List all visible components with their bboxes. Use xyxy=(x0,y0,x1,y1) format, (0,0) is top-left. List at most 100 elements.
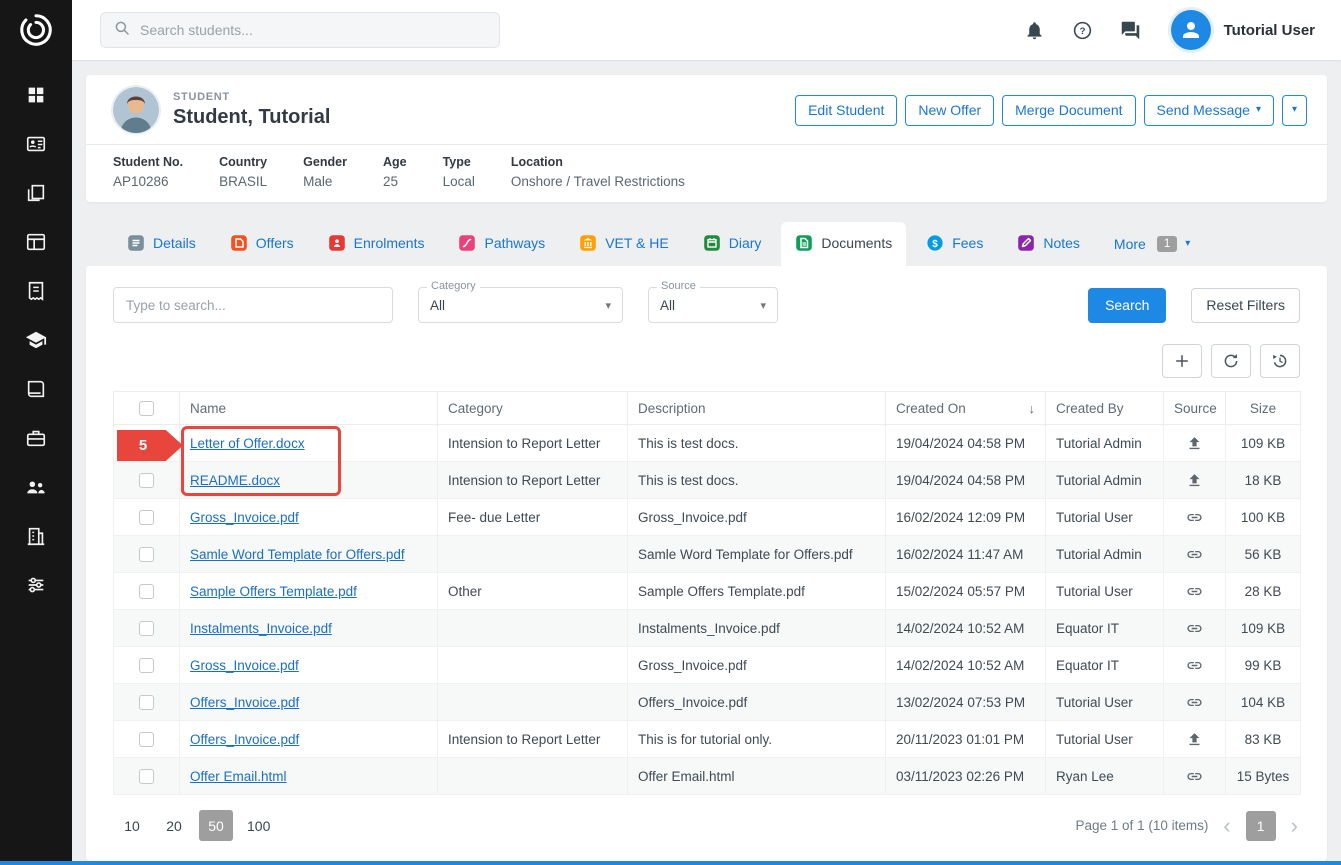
document-link[interactable]: Offers_Invoice.pdf xyxy=(190,695,299,710)
document-link[interactable]: Gross_Invoice.pdf xyxy=(190,658,299,673)
more-actions-button[interactable]: ▾ xyxy=(1282,95,1307,126)
page-size-100[interactable]: 100 xyxy=(241,810,276,841)
document-link[interactable]: Samle Word Template for Offers.pdf xyxy=(190,547,405,562)
sidebar-item-employers[interactable] xyxy=(25,427,47,449)
link-icon[interactable] xyxy=(1186,657,1203,674)
link-icon[interactable] xyxy=(1186,620,1203,637)
tab-fees[interactable]: $Fees xyxy=(912,222,997,266)
select-all-checkbox[interactable] xyxy=(139,401,154,416)
upload-icon[interactable] xyxy=(1186,731,1203,748)
tab-diary[interactable]: Diary xyxy=(689,222,776,266)
page-info-text: Page 1 of 1 (10 items) xyxy=(1076,818,1209,833)
reset-filters-button[interactable]: Reset Filters xyxy=(1191,288,1300,323)
tab-notes[interactable]: Notes xyxy=(1003,222,1094,266)
tab-pathways[interactable]: Pathways xyxy=(444,222,559,266)
tab-more[interactable]: More1▾ xyxy=(1100,224,1204,266)
sidebar-item-organisation[interactable] xyxy=(25,525,47,547)
page-size-10[interactable]: 10 xyxy=(115,810,149,841)
sidebar-item-dashboard[interactable] xyxy=(25,84,47,106)
column-header-created-by[interactable]: Created By xyxy=(1046,392,1164,425)
sort-desc-icon: ↓ xyxy=(1029,401,1036,416)
tab-enrolments[interactable]: Enrolments xyxy=(314,222,439,266)
student-name: Student, Tutorial xyxy=(173,106,330,129)
next-page-icon[interactable]: › xyxy=(1291,815,1298,837)
user-menu[interactable]: Tutorial User xyxy=(1171,10,1315,50)
tab-vet-he[interactable]: VET & HE xyxy=(565,222,683,266)
tab-details[interactable]: Details xyxy=(113,222,210,266)
user-name: Tutorial User xyxy=(1224,22,1315,39)
student-info-gender: GenderMale xyxy=(303,155,347,189)
document-link[interactable]: Gross_Invoice.pdf xyxy=(190,510,299,525)
document-link[interactable]: Letter of Offer.docx xyxy=(190,436,305,451)
search-button[interactable]: Search xyxy=(1088,288,1166,323)
page-size-20[interactable]: 20 xyxy=(157,810,191,841)
send-message-button[interactable]: Send Message▾ xyxy=(1144,95,1274,126)
sidebar-item-reports[interactable] xyxy=(25,231,47,253)
sidebar-item-invoices[interactable] xyxy=(25,280,47,302)
column-header-name[interactable]: Name xyxy=(180,392,438,425)
history-button[interactable] xyxy=(1260,344,1300,378)
link-icon[interactable] xyxy=(1186,546,1203,563)
row-checkbox[interactable] xyxy=(139,732,154,747)
row-checkbox[interactable] xyxy=(139,621,154,636)
sidebar-item-settings[interactable] xyxy=(25,574,47,596)
column-header-category[interactable]: Category xyxy=(438,392,628,425)
row-checkbox[interactable] xyxy=(139,584,154,599)
column-header-source[interactable]: Source xyxy=(1164,392,1226,425)
document-link[interactable]: Offer Email.html xyxy=(190,769,287,784)
upload-icon[interactable] xyxy=(1186,435,1203,452)
notifications-bell-icon[interactable] xyxy=(1024,20,1045,41)
global-search[interactable] xyxy=(100,12,500,48)
category-select-label: Category xyxy=(427,280,480,292)
document-link[interactable]: README.docx xyxy=(190,473,280,488)
column-header-size[interactable]: Size xyxy=(1226,392,1301,425)
edit-student-button[interactable]: Edit Student xyxy=(795,95,897,126)
row-checkbox[interactable] xyxy=(139,769,154,784)
chevron-down-icon: ▾ xyxy=(1292,105,1297,115)
sidebar-item-students[interactable] xyxy=(25,133,47,155)
help-icon[interactable]: ? xyxy=(1072,20,1093,41)
sidebar-item-agents[interactable] xyxy=(25,476,47,498)
category-select[interactable]: Category All ▾ xyxy=(418,287,623,323)
app-logo[interactable] xyxy=(0,0,72,60)
row-checkbox[interactable] xyxy=(139,695,154,710)
row-checkbox[interactable] xyxy=(139,436,154,451)
row-checkbox[interactable] xyxy=(139,510,154,525)
global-search-input[interactable] xyxy=(140,22,487,38)
link-icon[interactable] xyxy=(1186,509,1203,526)
cell-size: 15 Bytes xyxy=(1226,758,1301,795)
current-page-button[interactable]: 1 xyxy=(1246,811,1276,841)
sidebar-item-subjects[interactable] xyxy=(25,378,47,400)
column-header-description[interactable]: Description xyxy=(628,392,886,425)
messages-icon[interactable] xyxy=(1120,20,1141,41)
document-search-input[interactable] xyxy=(113,287,393,323)
prev-page-icon[interactable]: ‹ xyxy=(1223,815,1230,837)
document-link[interactable]: Sample Offers Template.pdf xyxy=(190,584,357,599)
cell-size: 104 KB xyxy=(1226,684,1301,721)
document-link[interactable]: Instalments_Invoice.pdf xyxy=(190,621,332,636)
sidebar-item-courses[interactable] xyxy=(25,329,47,351)
cell-description: Instalments_Invoice.pdf xyxy=(628,610,886,647)
student-info-location: LocationOnshore / Travel Restrictions xyxy=(511,155,685,189)
tab-documents[interactable]: Documents xyxy=(781,222,906,266)
merge-document-button[interactable]: Merge Document xyxy=(1002,95,1135,126)
cell-source xyxy=(1164,536,1226,573)
refresh-button[interactable] xyxy=(1211,344,1251,378)
tab-offers[interactable]: Offers xyxy=(216,222,308,266)
upload-icon[interactable] xyxy=(1186,472,1203,489)
row-checkbox[interactable] xyxy=(139,658,154,673)
page-size-50[interactable]: 50 xyxy=(199,810,233,841)
document-link[interactable]: Offers_Invoice.pdf xyxy=(190,732,299,747)
details-tab-icon xyxy=(127,234,145,252)
sidebar-item-documents[interactable] xyxy=(25,182,47,204)
column-header-created-on[interactable]: Created On↓ xyxy=(886,392,1046,425)
link-icon[interactable] xyxy=(1186,583,1203,600)
row-checkbox[interactable] xyxy=(139,547,154,562)
source-select[interactable]: Source All ▾ xyxy=(648,287,778,323)
new-offer-button[interactable]: New Offer xyxy=(905,95,994,126)
add-document-button[interactable] xyxy=(1162,344,1202,378)
link-icon[interactable] xyxy=(1186,768,1203,785)
link-icon[interactable] xyxy=(1186,694,1203,711)
student-photo xyxy=(113,87,159,133)
row-checkbox[interactable] xyxy=(139,473,154,488)
